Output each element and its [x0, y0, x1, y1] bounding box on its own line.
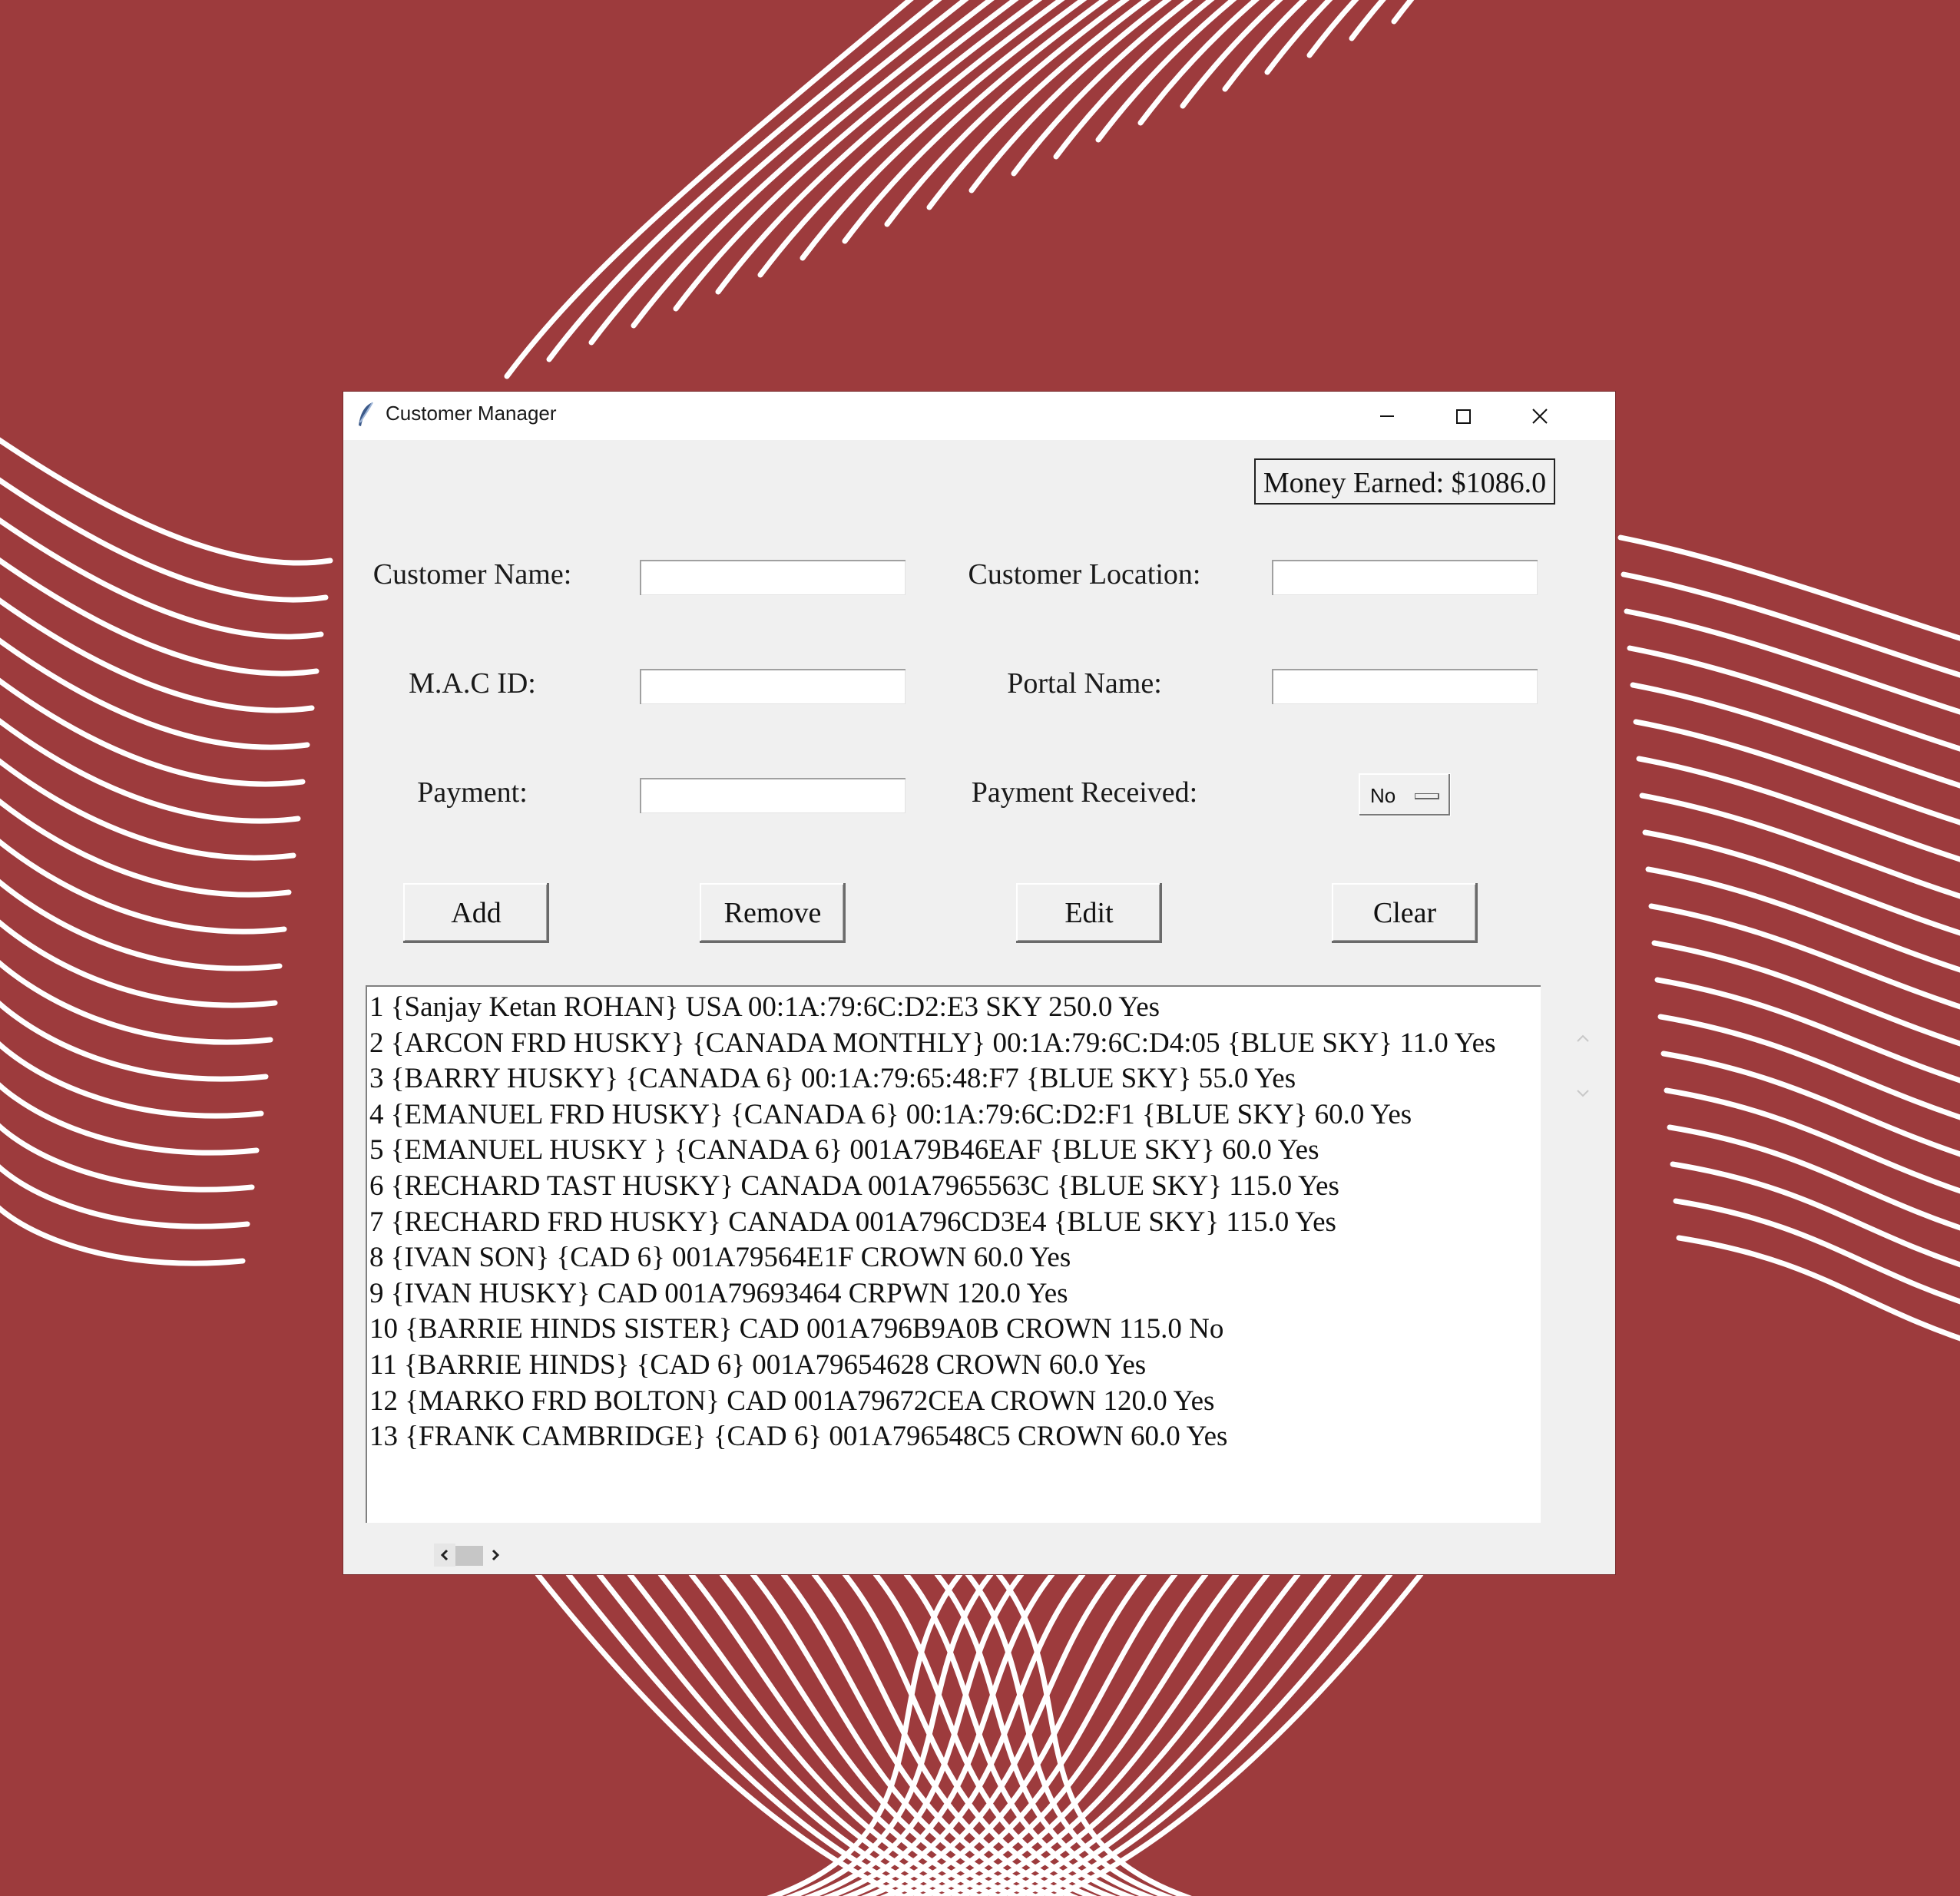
list-item[interactable]: 12 {MARKO FRD BOLTON} CAD 001A79672CEA C…: [369, 1384, 1214, 1419]
option-menu-indicator-icon: [1415, 793, 1439, 799]
payment-received-menu[interactable]: No: [1359, 773, 1451, 816]
app-window: Customer Manager Money Earned: $1086.0 C…: [343, 392, 1615, 1574]
edit-button[interactable]: Edit: [1016, 883, 1162, 943]
list-item[interactable]: 5 {EMANUEL HUSKY } {CANADA 6} 001A79B46E…: [369, 1133, 1319, 1168]
clear-button[interactable]: Clear: [1332, 883, 1478, 943]
money-earned-label: Money Earned: $1086.0: [1254, 458, 1555, 505]
maximize-icon: [1456, 409, 1471, 424]
customer-location-input[interactable]: [1272, 560, 1538, 595]
title-bar[interactable]: Customer Manager: [343, 392, 1615, 440]
mac-id-input[interactable]: [640, 669, 906, 704]
list-item[interactable]: 2 {ARCON FRD HUSKY} {CANADA MONTHLY} 00:…: [369, 1026, 1496, 1061]
payment-received-value: No: [1370, 784, 1396, 807]
list-item[interactable]: 7 {RECHARD FRD HUSKY} CANADA 001A796CD3E…: [369, 1205, 1336, 1240]
minimize-button[interactable]: [1349, 392, 1425, 440]
feather-icon: [356, 401, 377, 429]
add-button[interactable]: Add: [403, 883, 549, 943]
payment-input[interactable]: [640, 778, 906, 813]
customer-location-label: Customer Location:: [968, 558, 1201, 591]
customer-name-input[interactable]: [640, 560, 906, 595]
horizontal-scroll-thumb[interactable]: [455, 1546, 483, 1566]
close-icon: [1532, 409, 1548, 424]
remove-button[interactable]: Remove: [700, 883, 846, 943]
scroll-up-icon[interactable]: [1572, 1029, 1594, 1047]
list-item[interactable]: 9 {IVAN HUSKY} CAD 001A79693464 CRPWN 12…: [369, 1276, 1068, 1312]
list-item[interactable]: 8 {IVAN SON} {CAD 6} 001A79564E1F CROWN …: [369, 1240, 1071, 1276]
window-title: Customer Manager: [386, 402, 557, 425]
customer-listbox[interactable]: 1 {Sanjay Ketan ROHAN} USA 00:1A:79:6C:D…: [366, 985, 1541, 1523]
horizontal-scrollbar[interactable]: [434, 1544, 511, 1567]
list-item[interactable]: 1 {Sanjay Ketan ROHAN} USA 00:1A:79:6C:D…: [369, 990, 1160, 1025]
list-item[interactable]: 11 {BARRIE HINDS} {CAD 6} 001A79654628 C…: [369, 1348, 1146, 1383]
close-button[interactable]: [1501, 392, 1578, 440]
list-item[interactable]: 6 {RECHARD TAST HUSKY} CANADA 001A796556…: [369, 1169, 1339, 1204]
scroll-down-icon[interactable]: [1572, 1084, 1594, 1103]
list-item[interactable]: 3 {BARRY HUSKY} {CANADA 6} 00:1A:79:65:4…: [369, 1061, 1296, 1097]
list-item[interactable]: 10 {BARRIE HINDS SISTER} CAD 001A796B9A0…: [369, 1312, 1223, 1347]
maximize-button[interactable]: [1425, 392, 1501, 440]
payment-received-label: Payment Received:: [971, 776, 1198, 809]
mac-id-label: M.A.C ID:: [409, 667, 536, 700]
list-item[interactable]: 4 {EMANUEL FRD HUSKY} {CANADA 6} 00:1A:7…: [369, 1097, 1412, 1133]
payment-label: Payment:: [417, 776, 528, 809]
customer-name-label: Customer Name:: [372, 558, 572, 591]
portal-name-label: Portal Name:: [1007, 667, 1162, 700]
list-item[interactable]: 13 {FRANK CAMBRIDGE} {CAD 6} 001A796548C…: [369, 1419, 1227, 1454]
minimize-icon: [1380, 415, 1394, 417]
scroll-left-icon[interactable]: [434, 1544, 455, 1567]
portal-name-input[interactable]: [1272, 669, 1538, 704]
scroll-right-icon[interactable]: [485, 1544, 506, 1567]
